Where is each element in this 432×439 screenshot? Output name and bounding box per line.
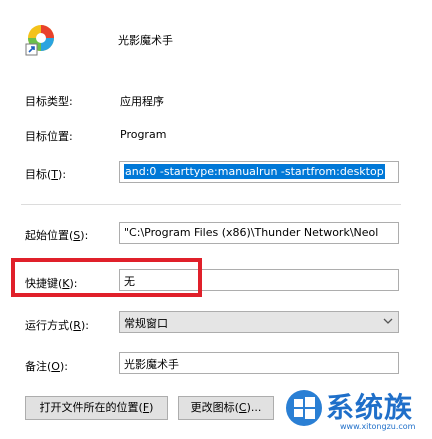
target-label: 目标(T): [25, 168, 67, 181]
chevron-down-icon [383, 316, 393, 329]
run-select[interactable]: 常规窗口 [119, 311, 399, 333]
target-location-label: 目标位置: [25, 130, 73, 143]
open-file-location-button[interactable]: 打开文件所在的位置(F) [25, 396, 168, 420]
comment-label: 备注(O): [25, 360, 68, 373]
target-type-value: 应用程序 [120, 95, 164, 108]
target-location-value: Program [120, 128, 167, 141]
comment-field[interactable]: 光影魔术手 [119, 352, 399, 374]
divider [21, 204, 401, 205]
watermark-url: www.xitongzu.com [340, 422, 416, 431]
target-field[interactable]: and:0 -starttype:manualrun -startfrom:de… [119, 161, 399, 183]
start-in-label: 起始位置(S): [25, 229, 89, 242]
run-select-value: 常规窗口 [124, 317, 168, 330]
highlight-box [11, 258, 202, 297]
watermark: 系统族 www.xitongzu.com [282, 384, 428, 436]
watermark-brand: 系统族 [326, 391, 414, 424]
target-type-label: 目标类型: [25, 95, 73, 108]
change-icon-button[interactable]: 更改图标(C)... [178, 396, 274, 420]
app-name: 光影魔术手 [118, 34, 173, 47]
start-in-field[interactable]: "C:\Program Files (x86)\Thunder Network\… [119, 222, 399, 244]
target-field-selection: and:0 -starttype:manualrun -startfrom:de… [124, 164, 385, 179]
app-icon [24, 22, 58, 56]
run-label: 运行方式(R): [25, 319, 89, 332]
windows-logo-icon [284, 388, 324, 428]
